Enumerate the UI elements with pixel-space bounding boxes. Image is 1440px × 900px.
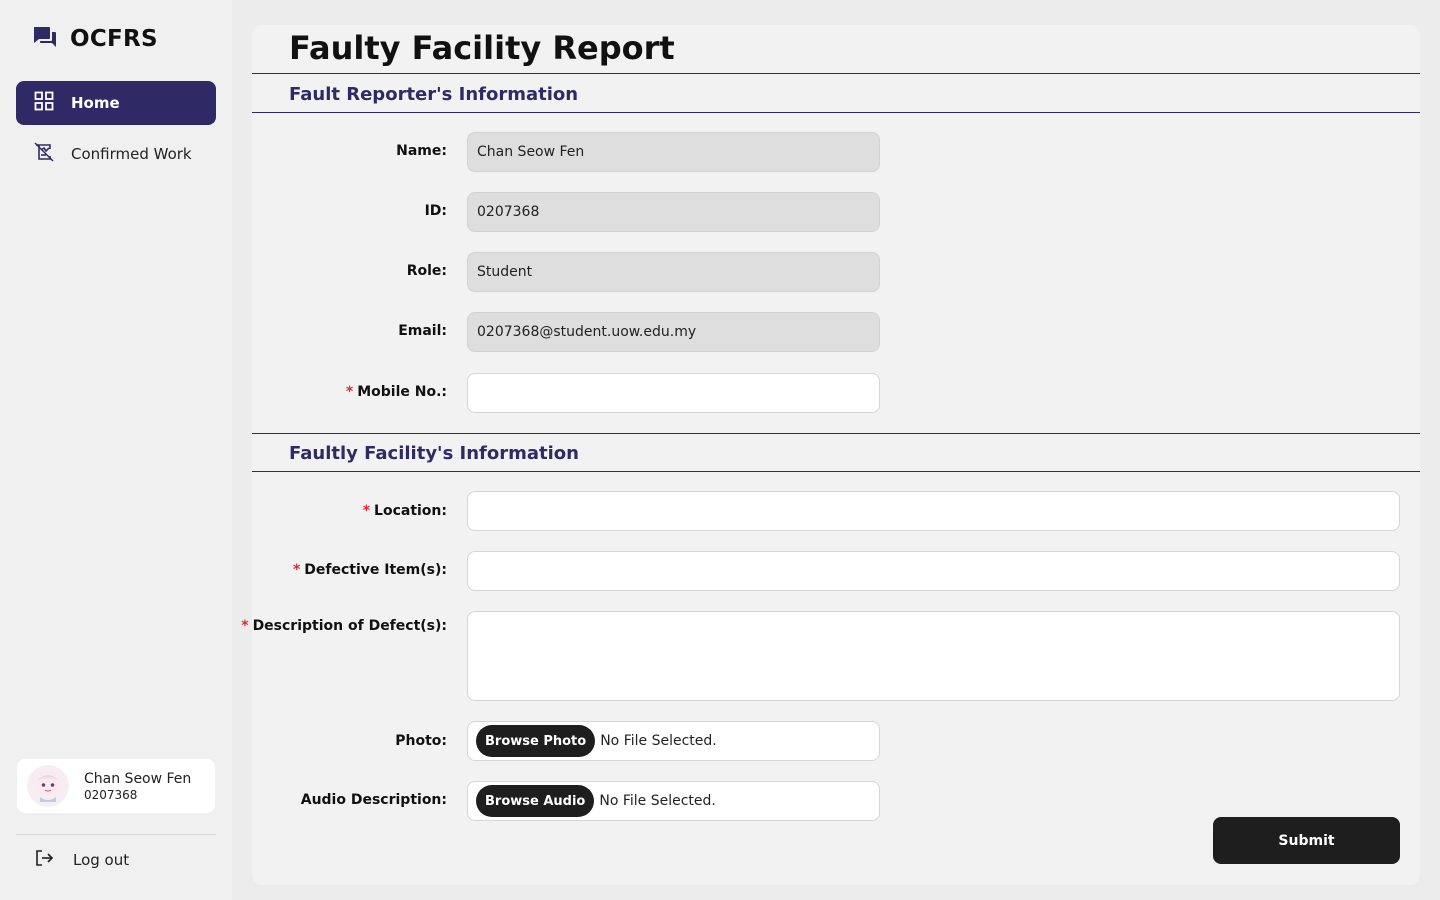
defective-items-label-text: Defective Item(s): — [304, 562, 447, 578]
mobile-label: * Mobile No.: — [346, 384, 447, 400]
defective-items-field[interactable] — [467, 551, 1400, 591]
email-label: Email: — [398, 323, 447, 339]
description-label-text: Description of Defect(s): — [252, 618, 447, 634]
description-label: * Description of Defect(s): — [241, 618, 447, 634]
brand: OCFRS — [32, 24, 158, 54]
mobile-field[interactable] — [467, 373, 880, 413]
section-title-facility: Faultly Facility's Information — [289, 443, 579, 464]
sidebar-item-home[interactable]: Home — [16, 81, 216, 125]
audio-upload: Browse Audio No File Selected. — [467, 781, 880, 821]
location-label-text: Location: — [374, 503, 447, 519]
sidebar-item-confirmed-work[interactable]: Confirmed Work — [16, 132, 216, 176]
user-name: Chan Seow Fen — [84, 770, 192, 787]
required-marker: * — [345, 384, 354, 400]
mobile-label-text: Mobile No.: — [357, 384, 447, 400]
user-id: 0207368 — [84, 787, 138, 802]
photo-upload: Browse Photo No File Selected. — [467, 721, 880, 761]
description-field[interactable] — [467, 611, 1400, 701]
id-field[interactable] — [467, 192, 880, 232]
user-card[interactable]: Chan Seow Fen 0207368 — [17, 759, 215, 813]
role-label: Role: — [406, 263, 447, 279]
name-label: Name: — [396, 143, 447, 159]
divider — [252, 471, 1420, 472]
logout-icon — [34, 848, 54, 872]
sidebar-divider — [16, 834, 216, 835]
id-label: ID: — [424, 203, 447, 219]
browse-photo-button[interactable]: Browse Photo — [476, 725, 596, 757]
defective-items-label: * Defective Item(s): — [293, 562, 447, 578]
sidebar-item-label: Home — [71, 94, 120, 112]
grid-icon — [34, 91, 54, 115]
browse-audio-button[interactable]: Browse Audio — [476, 785, 595, 817]
photo-label: Photo: — [395, 733, 447, 749]
app-name: OCFRS — [70, 26, 158, 52]
audio-file-status: No File Selected. — [599, 793, 716, 809]
required-marker: * — [362, 503, 371, 519]
name-field[interactable] — [467, 132, 880, 172]
divider — [252, 73, 1420, 74]
required-marker: * — [292, 562, 301, 578]
required-marker: * — [241, 618, 249, 634]
photo-file-status: No File Selected. — [600, 733, 717, 749]
email-field[interactable] — [467, 312, 880, 352]
divider — [252, 433, 1420, 434]
signed-document-icon — [34, 142, 54, 166]
logout-button[interactable]: Log out — [34, 848, 129, 872]
chat-bubbles-icon — [32, 24, 58, 54]
submit-button[interactable]: Submit — [1213, 817, 1400, 864]
audio-description-label: Audio Description: — [300, 792, 447, 808]
sidebar-item-label: Confirmed Work — [71, 145, 192, 163]
avatar — [27, 765, 69, 807]
role-field[interactable] — [467, 252, 880, 292]
section-title-reporter: Fault Reporter's Information — [289, 84, 579, 105]
sidebar: OCFRS Home Confirmed Work Chan Seow Fen … — [0, 0, 232, 900]
logout-label: Log out — [73, 851, 130, 869]
location-label: * Location: — [363, 503, 447, 519]
page-title: Faulty Facility Report — [289, 29, 675, 67]
report-panel: Faulty Facility Report Fault Reporter's … — [241, 25, 1420, 885]
divider — [252, 112, 1420, 113]
location-field[interactable] — [467, 491, 1400, 531]
